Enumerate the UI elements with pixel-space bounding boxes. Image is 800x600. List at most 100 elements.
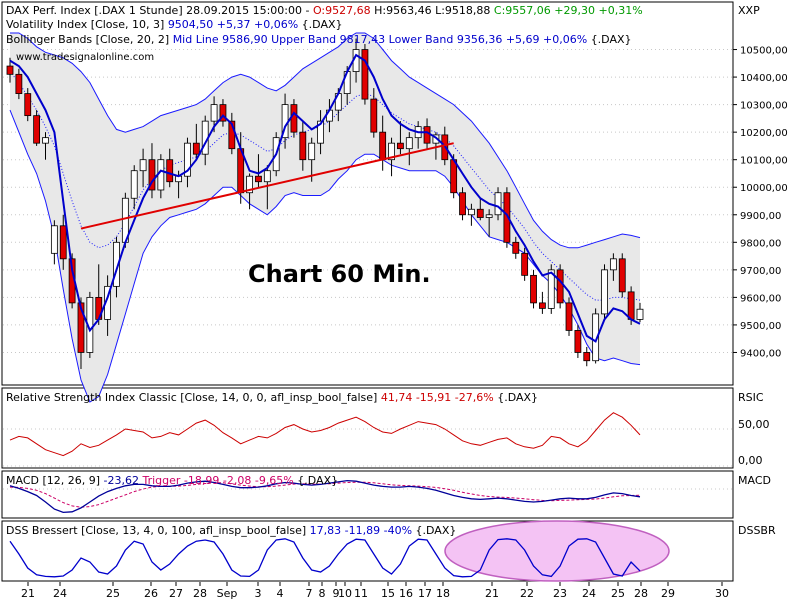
candle-body	[406, 138, 412, 149]
time-tick-label: 26	[144, 587, 158, 600]
candle-body	[25, 94, 31, 116]
rsi-legend[interactable]: Relative Strength Index Classic [Close, …	[6, 391, 538, 404]
macd-legend-label: MACD [12, 26, 9]	[6, 474, 104, 487]
candle-body	[619, 259, 625, 292]
dss-axis-label: DSSBR	[738, 524, 776, 537]
time-tick-label: 30	[715, 587, 729, 600]
candle-body	[362, 50, 368, 100]
candle-body	[477, 209, 483, 217]
dss-legend-value: 17,83 -11,89 -40%	[310, 524, 416, 537]
price-tick-label: 10100,00	[740, 156, 788, 167]
volatility-legend-label: Volatility Index [Close, 10, 3]	[6, 18, 168, 31]
candle-body	[51, 226, 57, 254]
candle-body	[460, 193, 466, 215]
header-title: DAX Perf. Index [.DAX 1 Stunde] 28.09.20…	[6, 4, 313, 17]
time-tick-label: 23	[553, 587, 567, 600]
volatility-legend[interactable]: Volatility Index [Close, 10, 3] 9504,50 …	[6, 18, 343, 31]
candle-body	[167, 160, 173, 182]
price-tick-label: 10500,00	[740, 46, 788, 57]
candle-body	[60, 226, 66, 259]
candle-body	[16, 74, 22, 93]
candle-body	[309, 143, 315, 160]
candle-body	[557, 270, 563, 303]
price-tick-label: 9500,00	[740, 321, 781, 332]
candle-body	[255, 176, 261, 182]
time-tick-label: 21	[21, 587, 35, 600]
dss-legend[interactable]: DSS Bressert [Close, 13, 4, 0, 100, afl_…	[6, 524, 456, 537]
candle-body	[300, 132, 306, 160]
time-tick-label: 27	[169, 587, 183, 600]
candle-body	[264, 171, 270, 182]
volatility-legend-tail: {.DAX}	[302, 18, 343, 31]
macd-legend-tail: {.DAX}	[297, 474, 338, 487]
price-tick-label: 10400,00	[740, 73, 788, 84]
candle-body	[42, 138, 48, 144]
candle-body	[531, 275, 537, 303]
candle-body	[602, 270, 608, 314]
candle-body	[371, 99, 377, 132]
macd-legend[interactable]: MACD [12, 26, 9] -23,62 Trigger -18,99 -…	[6, 474, 338, 487]
time-tick-label: 28	[634, 587, 648, 600]
price-tick-label: 9900,00	[740, 211, 781, 222]
candle-body	[637, 309, 643, 319]
candle-body	[486, 215, 492, 218]
candle-body	[468, 209, 474, 215]
rsi-legend-label: Relative Strength Index Classic [Close, …	[6, 391, 381, 404]
time-tick-label: 21	[485, 587, 499, 600]
bollinger-legend-label: Bollinger Bands [Close, 20, 2]	[6, 33, 173, 46]
candle-body	[495, 193, 501, 215]
candle-body	[584, 352, 590, 360]
macd-axis-label: MACD	[738, 474, 771, 487]
volatility-legend-value: 9504,50 +5,37 +0,06%	[168, 18, 302, 31]
candle-body	[566, 303, 572, 331]
candle-body	[610, 259, 616, 270]
dss-legend-tail: {.DAX}	[416, 524, 457, 537]
candle-body	[140, 160, 146, 171]
price-tick-label: 10000,00	[740, 183, 788, 194]
header-open: O:9527,68	[313, 4, 371, 17]
rsi-tick-0: 0,00	[738, 454, 763, 467]
time-tick-label: 4	[277, 587, 284, 600]
price-tick-label: 9400,00	[740, 348, 781, 359]
bollinger-legend[interactable]: Bollinger Bands [Close, 20, 2] Mid Line …	[6, 33, 632, 46]
candle-body	[380, 132, 386, 160]
price-axis-label: XXP	[738, 4, 760, 17]
price-tick-label: 9700,00	[740, 266, 781, 277]
candle-body	[513, 242, 519, 253]
price-tick-label: 9600,00	[740, 293, 781, 304]
candle-body	[539, 303, 545, 309]
candle-body	[424, 127, 430, 144]
candle-body	[7, 66, 13, 74]
bollinger-legend-tail: {.DAX}	[591, 33, 632, 46]
bollinger-legend-value: Mid Line 9586,90 Upper Band 9817,43 Lowe…	[173, 33, 591, 46]
watermark-text: www.tradesignalonline.com	[16, 52, 154, 63]
time-tick-label: 10	[338, 587, 352, 600]
candle-body	[211, 105, 217, 122]
time-tick-label: 16	[399, 587, 413, 600]
chart-caption: Chart 60 Min.	[248, 260, 431, 288]
time-tick-label: 24	[582, 587, 596, 600]
time-tick-label: 15	[381, 587, 395, 600]
macd-legend-value: -23,62	[104, 474, 143, 487]
time-tick-label: 7	[306, 587, 313, 600]
candle-body	[131, 171, 137, 199]
time-tick-label: 29	[661, 587, 675, 600]
time-tick-label: 18	[436, 587, 450, 600]
candle-body	[34, 116, 40, 144]
rsi-legend-tail: {.DAX}	[497, 391, 538, 404]
header-close: C:9557,06 +29,30 +0,31%	[494, 4, 643, 17]
price-tick-label: 9800,00	[740, 238, 781, 249]
time-tick-label: 22	[520, 587, 534, 600]
time-tick-label: 17	[418, 587, 432, 600]
candle-body	[397, 143, 403, 149]
time-tick-label: 25	[611, 587, 625, 600]
time-tick-label: 8	[319, 587, 326, 600]
rsi-legend-value: 41,74 -15,91 -27,6%	[381, 391, 497, 404]
time-tick-label: Sep	[217, 587, 238, 600]
candle-body	[291, 105, 297, 133]
header-high-low: H:9563,46 L:9518,88	[371, 4, 494, 17]
candle-body	[193, 143, 199, 154]
dax-chart-window: 10500,00 10400,00 10 30 0,00 10200,00 10100,00…	[0, 0, 800, 600]
time-tick-label: 28	[193, 587, 207, 600]
price-tick-label: 10200,00	[740, 128, 788, 139]
